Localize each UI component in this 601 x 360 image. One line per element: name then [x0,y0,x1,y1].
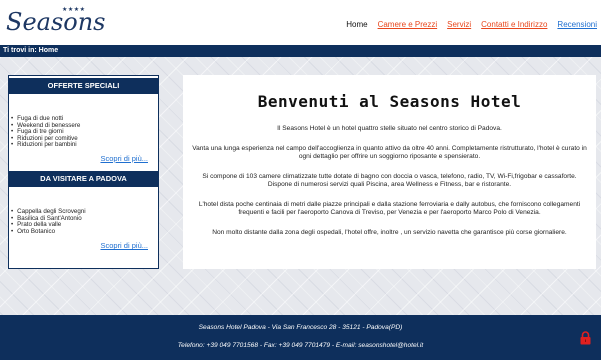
nav-home-link[interactable]: Home [346,20,367,29]
visit-more-link[interactable]: Scopri di più... [9,241,148,250]
nav-rooms-link[interactable]: Camere e Prezzi [378,20,438,29]
breadcrumb: Ti trovi in: Home [0,45,601,57]
offer-item: Riduzioni per bambini [11,142,158,149]
intro-paragraph: Il Seasons Hotel è un hotel quattro stel… [277,125,502,132]
offers-heading: OFFERTE SPECIALI [9,78,158,94]
shuttle-paragraph: Non molto distante dalla zona degli ospe… [212,229,567,236]
offers-more-link[interactable]: Scopri di più... [9,154,148,163]
site-header: Seasons ★★★★ Home Camere e Prezzi Serviz… [0,0,601,45]
history-paragraph: Vanta una lunga esperienza nel campo del… [192,145,587,160]
visit-heading: DA VISITARE A PADOVA [9,170,158,187]
padlock-icon[interactable] [580,331,591,345]
nav-services-link[interactable]: Servizi [447,20,471,29]
logo-stars: ★★★★ [62,7,86,13]
main-content: Benvenuti al Seasons Hotel Il Seasons Ho… [183,75,596,269]
location-paragraph: L'hotel dista poche centinaia di metri d… [198,201,581,216]
site-footer: Seasons Hotel Padova - Via San Francesco… [0,315,601,360]
site-logo[interactable]: Seasons [6,8,106,36]
offers-list: Fuga di due notti Weekend di benessere F… [9,115,158,149]
visit-item: Orto Botanico [11,228,158,236]
main-nav: Home Camere e Prezzi Servizi Contatti e … [346,20,597,29]
nav-reviews-link[interactable]: Recensioni [557,20,597,29]
sidebar: OFFERTE SPECIALI Fuga di due notti Weeke… [8,75,159,269]
nav-contacts-link[interactable]: Contatti e Indirizzo [481,20,547,29]
visit-list: Cappella degli Scrovegni Basilica di San… [9,208,158,236]
footer-address: Seasons Hotel Padova - Via San Francesco… [198,324,403,331]
page-title: Benvenuti al Seasons Hotel [257,92,522,111]
rooms-paragraph: Si compone di 103 camere climatizzate tu… [202,173,577,188]
footer-contact: Telefono: +39 049 7701568 - Fax: +39 049… [177,342,424,349]
